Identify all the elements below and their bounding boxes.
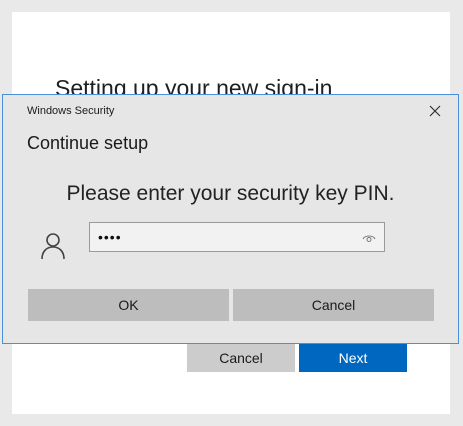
background-cancel-button[interactable]: Cancel	[187, 344, 295, 372]
cancel-button[interactable]: Cancel	[233, 289, 434, 321]
security-dialog: Windows Security Continue setup Please e…	[2, 94, 459, 344]
dialog-heading: Continue setup	[27, 133, 149, 153]
user-icon	[40, 232, 66, 260]
next-button[interactable]: Next	[299, 344, 407, 372]
window-title: Windows Security	[27, 105, 115, 117]
pin-value: ••••	[98, 229, 122, 245]
close-icon[interactable]	[424, 101, 446, 121]
ok-button[interactable]: OK	[28, 289, 229, 321]
eye-icon[interactable]	[362, 231, 376, 243]
pin-prompt: Please enter your security key PIN.	[66, 182, 395, 205]
pin-input[interactable]: ••••	[89, 222, 385, 252]
